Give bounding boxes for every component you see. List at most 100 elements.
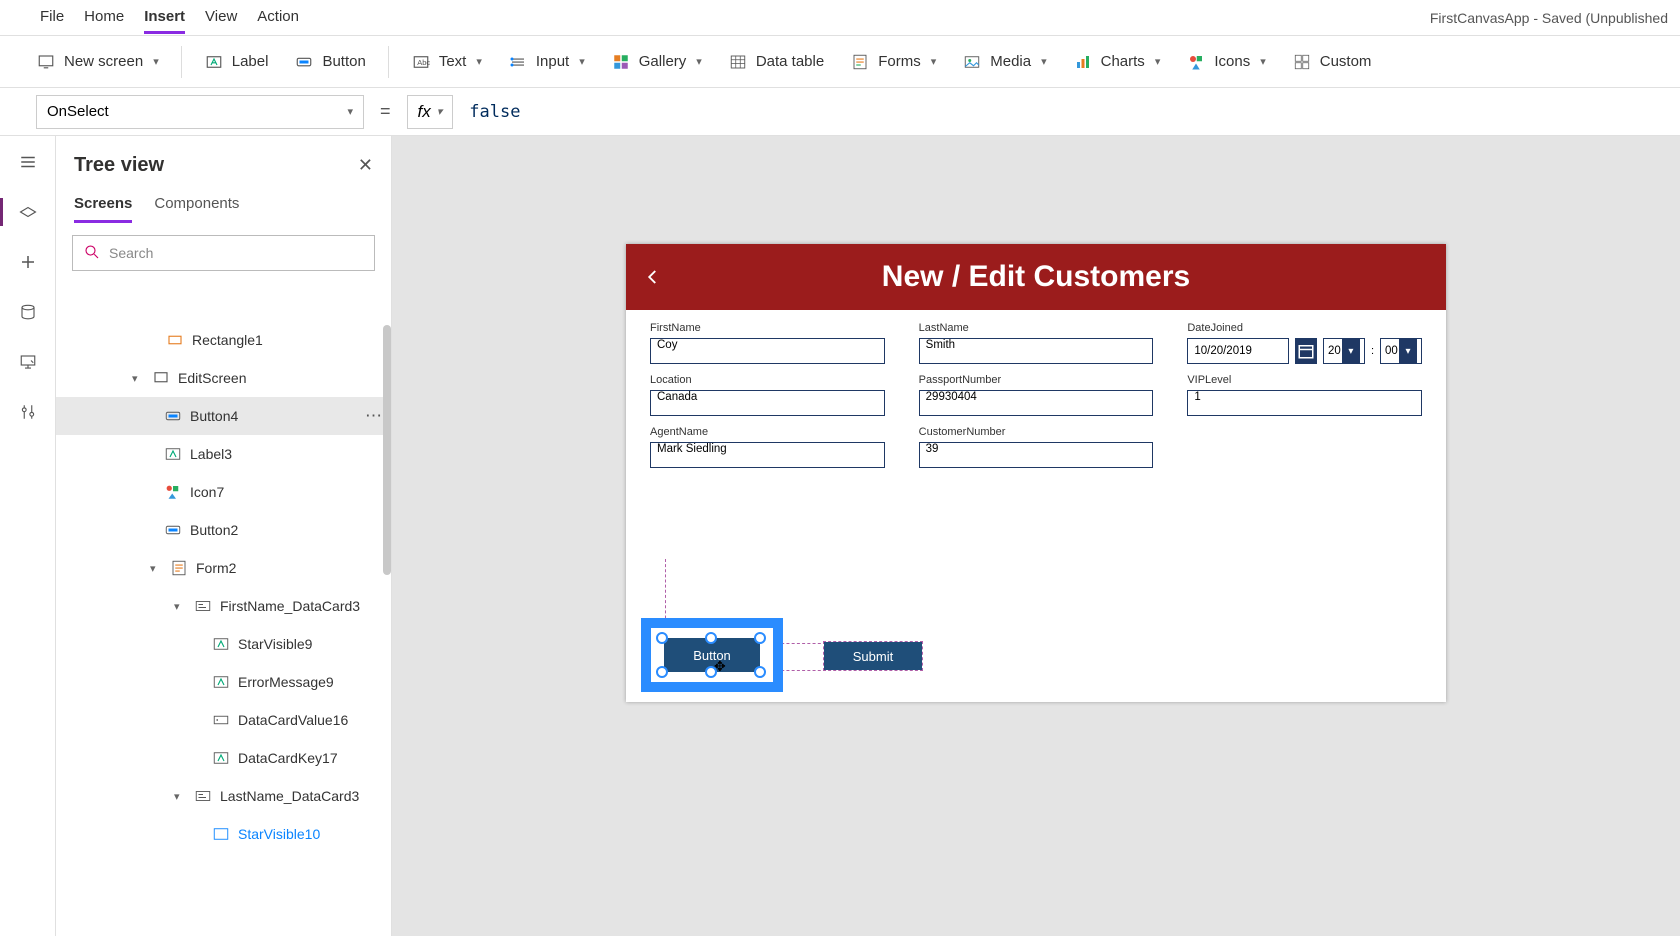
viplevel-field: VIPLevel 1 [1187, 374, 1422, 416]
passport-input[interactable]: 29930404 [919, 390, 1154, 416]
tree-item-errormessage9[interactable]: ErrorMessage9 [56, 663, 391, 701]
minute-dropdown[interactable]: 00▾ [1380, 338, 1422, 364]
search-icon [83, 243, 101, 264]
datejoined-label: DateJoined [1187, 322, 1422, 334]
property-selector[interactable]: OnSelect▾ [36, 95, 364, 129]
resize-handle[interactable] [705, 632, 717, 644]
tree-item-datacardkey17[interactable]: DataCardKey17 [56, 739, 391, 777]
forms-dropdown[interactable]: Forms▾ [840, 47, 946, 77]
custom-dropdown[interactable]: Custom [1282, 47, 1382, 77]
input-icon [508, 53, 528, 71]
chevron-down-icon[interactable]: ▾ [150, 562, 162, 575]
chevron-down-icon: ▾ [153, 55, 159, 68]
resize-handle[interactable] [754, 632, 766, 644]
firstname-label: FirstName [650, 322, 885, 334]
menu-action[interactable]: Action [257, 2, 299, 34]
icons-icon [164, 483, 182, 501]
calendar-icon[interactable] [1295, 338, 1317, 364]
resize-handle[interactable] [705, 666, 717, 678]
formula-input[interactable]: false [463, 102, 1672, 122]
resize-handle[interactable] [656, 666, 668, 678]
tree-item-button4[interactable]: Button4 ⋯ [56, 397, 391, 435]
data-icon[interactable] [16, 300, 40, 324]
tree-item-firstname-card[interactable]: ▾ FirstName_DataCard3 [56, 587, 391, 625]
tree-item-lastname-card[interactable]: ▾ LastName_DataCard3 [56, 777, 391, 815]
input-dropdown[interactable]: Input▾ [498, 47, 595, 77]
tab-components[interactable]: Components [154, 195, 239, 223]
search-input[interactable]: Search [72, 235, 375, 271]
firstname-input[interactable]: Coy [650, 338, 885, 364]
customernum-label: CustomerNumber [919, 426, 1154, 438]
lastname-input[interactable]: Smith [919, 338, 1154, 364]
gallery-dropdown[interactable]: Gallery▾ [601, 47, 712, 77]
tree-item-label3[interactable]: Label3 [56, 435, 391, 473]
data-table-icon [728, 53, 748, 71]
tree-list: Label1 Rectangle1 ▾ EditScreen Button4 ⋯… [56, 283, 391, 936]
forms-icon [850, 53, 870, 71]
menu-insert[interactable]: Insert [144, 2, 185, 34]
form-body: FirstName Coy LastName Smith DateJoined … [626, 310, 1446, 480]
date-input[interactable]: 10/20/2019 [1187, 338, 1289, 364]
fx-button[interactable]: fx▾ [407, 95, 454, 129]
add-icon[interactable] [16, 250, 40, 274]
form-icon [170, 559, 188, 577]
scrollbar[interactable] [383, 325, 391, 575]
menu-home[interactable]: Home [84, 2, 124, 34]
customernum-input[interactable]: 39 [919, 442, 1154, 468]
menu-view[interactable]: View [205, 2, 237, 34]
data-table-button[interactable]: Data table [718, 47, 834, 77]
tree-item-icon7[interactable]: Icon7 [56, 473, 391, 511]
viplevel-input[interactable]: 1 [1187, 390, 1422, 416]
chevron-down-icon: ▾ [1155, 55, 1161, 68]
tree-view-title: Tree view [74, 154, 164, 177]
tree-item-form2[interactable]: ▾ Form2 [56, 549, 391, 587]
menu-file[interactable]: File [40, 2, 64, 34]
tree-item-button2[interactable]: Button2 [56, 511, 391, 549]
chevron-down-icon[interactable]: ▾ [174, 600, 186, 613]
resize-handle[interactable] [754, 666, 766, 678]
canvas-area[interactable]: New / Edit Customers FirstName Coy LastN… [392, 136, 1680, 936]
text-dropdown[interactable]: Abc Text▾ [401, 47, 492, 77]
tools-icon[interactable] [16, 400, 40, 424]
label-button[interactable]: Label [194, 47, 279, 77]
hour-dropdown[interactable]: 20▾ [1323, 338, 1365, 364]
chevron-down-icon[interactable]: ▾ [132, 372, 144, 385]
back-icon[interactable] [644, 261, 662, 293]
hamburger-icon[interactable] [16, 150, 40, 174]
charts-dropdown[interactable]: Charts▾ [1063, 47, 1171, 77]
passport-label: PassportNumber [919, 374, 1154, 386]
tree-item-rectangle1[interactable]: Rectangle1 [56, 321, 391, 359]
formula-bar: OnSelect▾ = fx▾ false [0, 88, 1680, 136]
button-icon [164, 521, 182, 539]
viplevel-label: VIPLevel [1187, 374, 1422, 386]
tree-item-editscreen[interactable]: ▾ EditScreen [56, 359, 391, 397]
agentname-label: AgentName [650, 426, 885, 438]
media-dropdown[interactable]: Media▾ [952, 47, 1056, 77]
button-icon [294, 53, 314, 71]
lastname-label: LastName [919, 322, 1154, 334]
monitor-icon[interactable] [16, 350, 40, 374]
tree-view-icon[interactable] [16, 200, 40, 224]
textinput-icon [212, 711, 230, 729]
resize-handle[interactable] [656, 632, 668, 644]
tree-item-label1[interactable]: Label1 [56, 283, 391, 321]
submit-button[interactable]: Submit [824, 642, 922, 670]
insert-button-button[interactable]: Button [284, 47, 375, 77]
tree-item-starvisible10[interactable]: StarVisible10 [56, 815, 391, 853]
screen-icon [36, 53, 56, 71]
gallery-icon [611, 53, 631, 71]
chevron-down-icon[interactable]: ▾ [174, 790, 186, 803]
agentname-input[interactable]: Mark Siedling [650, 442, 885, 468]
tree-item-datacardvalue16[interactable]: DataCardValue16 [56, 701, 391, 739]
icons-dropdown[interactable]: Icons▾ [1176, 47, 1275, 77]
location-input[interactable]: Canada [650, 390, 885, 416]
new-screen-button[interactable]: New screen▾ [26, 47, 169, 77]
label-icon [212, 749, 230, 767]
insert-ribbon: New screen▾ Label Button Abc Text▾ Input… [0, 36, 1680, 88]
more-icon[interactable]: ⋯ [365, 406, 383, 426]
tree-item-starvisible9[interactable]: StarVisible9 [56, 625, 391, 663]
snap-guide-h [776, 670, 826, 671]
close-icon[interactable]: ✕ [358, 155, 373, 176]
tab-screens[interactable]: Screens [74, 195, 132, 223]
edit-screen-canvas[interactable]: New / Edit Customers FirstName Coy LastN… [626, 244, 1446, 702]
